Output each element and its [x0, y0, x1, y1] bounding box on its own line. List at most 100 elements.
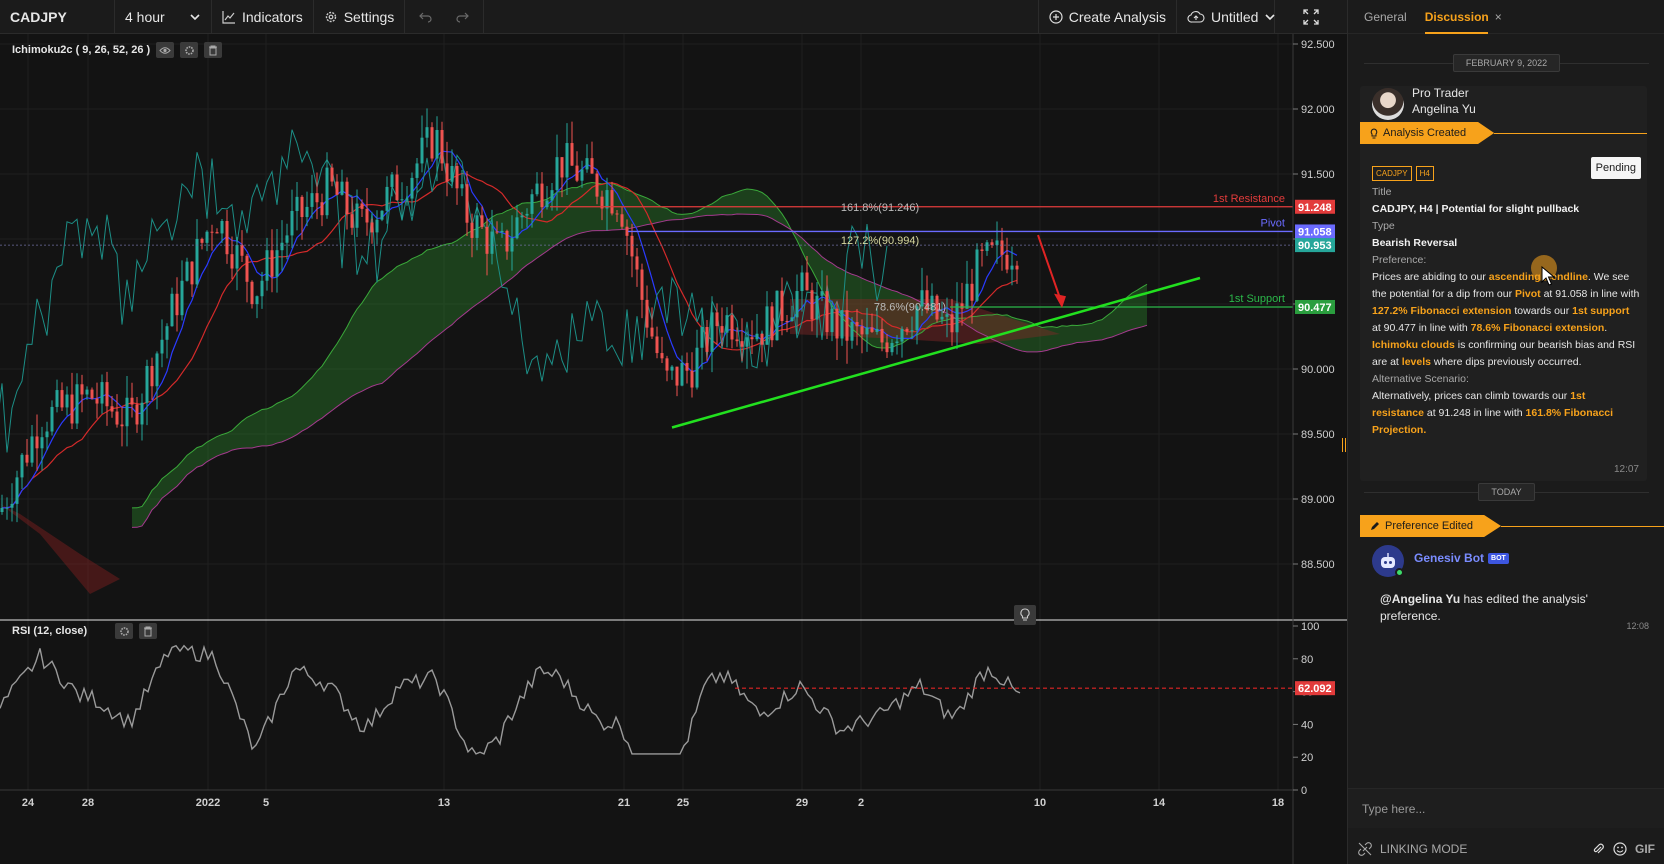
candle-body: [320, 202, 324, 216]
pref-text: at 90.477 in line with: [1372, 322, 1471, 334]
symbol-selector[interactable]: CADJPY: [0, 0, 115, 34]
candle-body: [90, 389, 94, 399]
candle-body: [145, 366, 149, 403]
candle-body: [805, 272, 809, 291]
date-tick-label: 10: [1034, 797, 1046, 809]
candle-body: [525, 213, 529, 216]
indicators-label: Indicators: [242, 8, 303, 25]
robot-icon: [1381, 553, 1395, 568]
candle-body: [755, 333, 759, 340]
date-tick-label: 25: [677, 797, 689, 809]
candle-body: [880, 328, 884, 343]
redo-icon[interactable]: [455, 11, 470, 23]
rsi-remove-button[interactable]: [139, 623, 158, 639]
ribbon-line: [1501, 525, 1664, 527]
candle-body: [445, 163, 449, 182]
candle-body: [460, 184, 464, 189]
author-name[interactable]: Angelina Yu: [1412, 102, 1476, 116]
candle-body: [585, 158, 589, 170]
candle-body: [580, 169, 584, 181]
date-separator: FEBRUARY 9, 2022: [1348, 53, 1664, 73]
tab-discussion[interactable]: Discussion ×: [1424, 0, 1502, 34]
candle-body: [290, 210, 294, 236]
rsi-settings-button[interactable]: [115, 623, 134, 639]
candle-body: [370, 222, 374, 233]
candle-body: [905, 328, 909, 332]
candle-body: [965, 283, 969, 309]
chart-area[interactable]: 1st Resistance Pivot 1st Support 161.8%(91.…: [0, 34, 1347, 864]
candle-body: [910, 330, 914, 332]
avatar[interactable]: [1372, 88, 1404, 120]
linking-mode-toggle[interactable]: LINKING MODE: [1358, 842, 1583, 856]
candle-body: [835, 308, 839, 339]
candle-body: [10, 503, 14, 508]
analysis-created-ribbon: Analysis Created: [1360, 122, 1647, 144]
candle-body: [115, 411, 119, 425]
candle-body: [120, 424, 124, 427]
candle-body: [840, 310, 844, 339]
candle-body: [245, 255, 249, 282]
pref-highlight: levels: [1401, 356, 1431, 368]
ribbon-label: Preference Edited: [1385, 520, 1474, 532]
price-chart[interactable]: 1st Resistance Pivot 1st Support 161.8%(91.…: [0, 34, 1347, 864]
candle-body: [955, 303, 959, 333]
candle-body: [550, 190, 554, 201]
candle-body: [735, 339, 739, 342]
date-tick-label: 28: [82, 797, 94, 809]
tab-general[interactable]: General: [1364, 10, 1407, 24]
candle-body: [820, 291, 824, 296]
attachment-icon[interactable]: [1591, 842, 1605, 856]
ichimoku-legend-label: Ichimoku2c ( 9, 26, 52, 26 ): [12, 44, 151, 56]
settings-button[interactable]: Settings: [314, 0, 406, 34]
date-tick-label: 5: [263, 797, 269, 809]
candle-body: [645, 299, 649, 328]
layout-name: Untitled: [1211, 8, 1259, 25]
fib-1272-label: 127.2%(90.994): [841, 235, 919, 247]
undo-icon[interactable]: [419, 11, 433, 23]
link-off-icon: [1358, 842, 1372, 856]
candle-body: [740, 341, 744, 347]
emoji-icon[interactable]: [1613, 842, 1627, 856]
tag-timeframe: H4: [1415, 166, 1434, 181]
rsi-tick-label: 20: [1301, 752, 1313, 764]
candle-body: [70, 394, 74, 424]
fullscreen-button[interactable]: [1275, 0, 1347, 34]
candle-body: [705, 326, 709, 352]
preference-label: Preference:: [1372, 254, 1427, 266]
candle-body: [155, 353, 159, 387]
remove-indicator-button[interactable]: [204, 42, 223, 58]
candle-body: [265, 250, 269, 281]
candle-body: [45, 431, 49, 438]
composer-toolbar: LINKING MODE GIF: [1348, 834, 1664, 864]
panel-resize-handle[interactable]: [1342, 438, 1346, 452]
message-input[interactable]: [1362, 801, 1651, 816]
date-label: TODAY: [1478, 483, 1535, 501]
candle-body: [535, 183, 539, 195]
pref-highlight: Ichimoku clouds: [1372, 339, 1455, 351]
close-tab-icon[interactable]: ×: [1495, 10, 1502, 24]
mention[interactable]: @Angelina Yu: [1380, 592, 1460, 606]
preference-edited-ribbon: Preference Edited: [1360, 515, 1664, 537]
gif-button[interactable]: GIF: [1635, 842, 1655, 856]
message-composer: [1348, 788, 1664, 828]
indicator-settings-button[interactable]: [180, 42, 199, 58]
interval-selector[interactable]: 4 hour: [115, 0, 212, 34]
candle-body: [495, 231, 499, 233]
date-tick-label: 24: [22, 797, 35, 809]
candle-body: [520, 215, 524, 218]
candle-body: [545, 200, 549, 208]
analysis-type: Bearish Reversal: [1372, 237, 1458, 249]
candle-body: [875, 328, 879, 332]
candle-body: [860, 326, 864, 335]
candle-body: [250, 281, 254, 305]
candle-body: [960, 303, 964, 309]
indicators-button[interactable]: Indicators: [212, 0, 314, 34]
layout-selector[interactable]: Untitled: [1177, 0, 1276, 34]
bot-name[interactable]: Genesiv Bot BOT: [1414, 551, 1509, 565]
idea-button[interactable]: [1014, 605, 1036, 625]
create-analysis-button[interactable]: Create Analysis: [1037, 0, 1177, 34]
candle-body: [590, 158, 594, 174]
visibility-button[interactable]: [156, 42, 175, 58]
candle-body: [110, 406, 114, 412]
candle-body: [125, 397, 129, 427]
